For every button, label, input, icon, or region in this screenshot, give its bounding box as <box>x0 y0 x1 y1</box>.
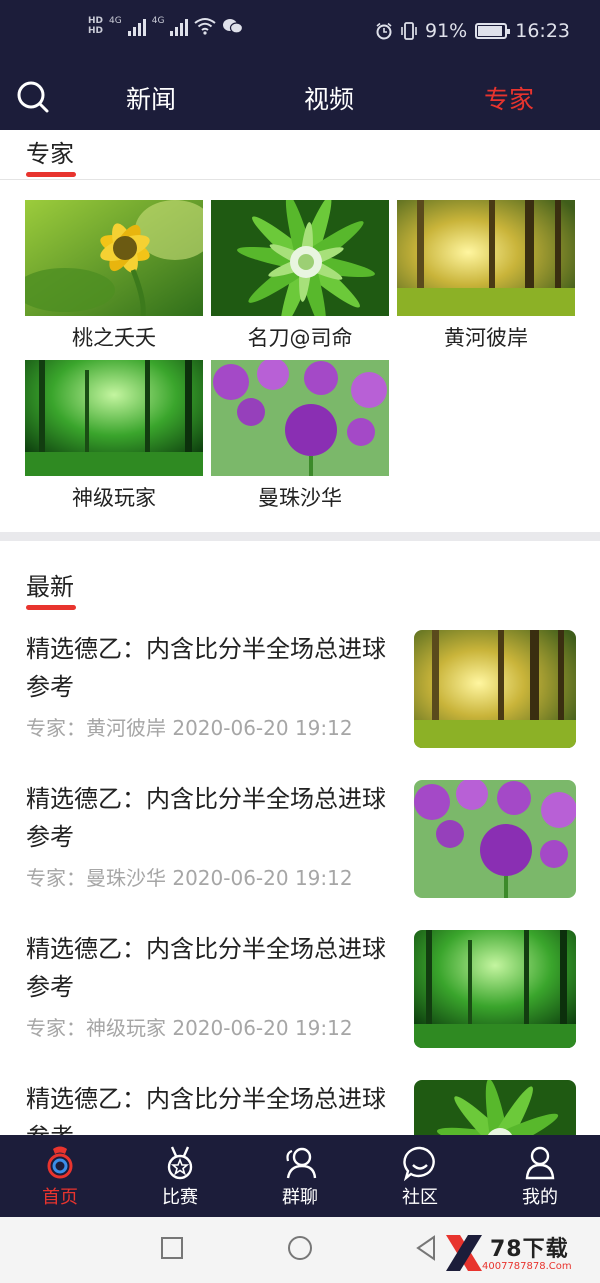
bottom-nav-label: 首页 <box>42 1187 78 1208</box>
bottom-nav-home[interactable]: 首页 <box>0 1135 120 1217</box>
expert-name: 黄河彼岸 <box>444 326 528 350</box>
expert-card[interactable]: 桃之夭夭 <box>25 200 203 352</box>
tab-video[interactable]: 视频 <box>304 80 354 116</box>
network-type-1: 4G <box>109 16 122 26</box>
news-item[interactable]: 精选德乙：内含比分半全场总进球参考 专家：黄河彼岸 2020-06-20 19:… <box>0 630 600 780</box>
experts-heading-underline <box>26 172 76 177</box>
watermark-logo: 78下载 4007787878.Com <box>442 1231 592 1277</box>
watermark-url: 4007787878.Com <box>482 1261 572 1272</box>
top-nav: 新闻 视频 专家 <box>0 66 600 130</box>
expert-avatar-sunflower <box>25 200 203 316</box>
hd-badge-2: HD <box>88 26 104 36</box>
expert-avatar-sunlit-forest <box>397 200 575 316</box>
tab-news[interactable]: 新闻 <box>126 80 176 116</box>
expert-name: 神级玩家 <box>72 486 156 510</box>
section-divider-thin <box>0 179 600 180</box>
back-icon[interactable] <box>414 1235 438 1261</box>
news-thumbnail-purple-allium <box>414 780 576 898</box>
battery-icon <box>475 23 511 39</box>
wechat-icon <box>223 19 244 34</box>
bottom-nav-label: 社区 <box>402 1187 438 1208</box>
community-icon <box>403 1146 435 1181</box>
expert-card[interactable]: 神级玩家 <box>25 360 203 512</box>
bottom-nav-matches[interactable]: 比赛 <box>120 1135 240 1217</box>
signal-icon <box>127 16 146 36</box>
hd-indicators: HD HD <box>88 16 103 36</box>
profile-icon <box>525 1146 555 1180</box>
news-title: 精选德乙：内含比分半全场总进球参考 <box>26 935 386 1001</box>
experts-heading: 专家 <box>26 140 74 168</box>
alarm-icon <box>376 22 392 40</box>
expert-avatar-green-flower <box>211 200 389 316</box>
signal-icon-2 <box>170 16 189 36</box>
status-left: HD HD 4G 4G <box>88 16 244 36</box>
watermark-brand: 78下载 <box>490 1237 569 1262</box>
news-title: 精选德乙：内含比分半全场总进球参考 <box>26 635 386 701</box>
latest-heading-underline <box>26 605 76 610</box>
expert-avatar-green-forest <box>25 360 203 476</box>
news-title: 精选德乙：内含比分半全场总进球参考 <box>26 785 386 851</box>
tab-experts[interactable]: 专家 <box>484 80 534 116</box>
section-divider <box>0 532 600 541</box>
search-icon[interactable] <box>16 80 50 114</box>
network-type-2: 4G <box>151 16 165 26</box>
news-meta: 专家：神级玩家 2020-06-20 19:12 <box>26 1016 353 1040</box>
hd-badge-1: HD <box>88 16 104 26</box>
expert-name: 曼珠沙华 <box>258 486 342 510</box>
expert-name: 桃之夭夭 <box>72 326 156 350</box>
wifi-icon <box>194 18 217 35</box>
latest-heading: 最新 <box>26 573 74 601</box>
expert-card[interactable]: 曼珠沙华 <box>211 360 389 512</box>
expert-card[interactable]: 黄河彼岸 <box>397 200 575 352</box>
news-item[interactable]: 精选德乙：内含比分半全场总进球参考 专家：神级玩家 2020-06-20 19:… <box>0 930 600 1080</box>
battery-percent: 91% <box>425 20 468 42</box>
news-thumbnail-sunlit-forest <box>414 630 576 748</box>
home-circle-icon[interactable] <box>287 1235 313 1261</box>
bottom-nav-label: 比赛 <box>162 1187 198 1208</box>
bottom-nav-label: 群聊 <box>282 1187 318 1208</box>
expert-name: 名刀@司命 <box>247 326 353 350</box>
group-chat-icon <box>286 1147 317 1179</box>
news-item[interactable]: 精选德乙：内含比分半全场总进球参考 专家：曼珠沙华 2020-06-20 19:… <box>0 780 600 930</box>
bottom-nav-community[interactable]: 社区 <box>360 1135 480 1217</box>
news-meta: 专家：黄河彼岸 2020-06-20 19:12 <box>26 716 353 740</box>
bottom-nav-group-chat[interactable]: 群聊 <box>240 1135 360 1217</box>
vibrate-icon <box>401 22 417 40</box>
status-right: 91% 16:23 <box>375 20 570 42</box>
expert-avatar-purple-allium <box>211 360 389 476</box>
bottom-nav: 首页 比赛 群聊 社区 我的 <box>0 1135 600 1217</box>
bottom-nav-profile[interactable]: 我的 <box>480 1135 600 1217</box>
expert-card[interactable]: 名刀@司命 <box>211 200 389 352</box>
battery-fill <box>478 26 502 36</box>
medal-icon <box>167 1146 193 1180</box>
app-screen: HD HD 4G 4G 91% 16:23 新闻 视频 专家 专家 桃之夭夭 名… <box>0 0 600 1283</box>
clock: 16:23 <box>515 20 570 42</box>
bottom-nav-label: 我的 <box>522 1187 558 1208</box>
recent-apps-icon[interactable] <box>160 1235 184 1261</box>
news-thumbnail-green-forest <box>414 930 576 1048</box>
x-logo-icon <box>446 1235 482 1271</box>
home-icon <box>47 1146 73 1179</box>
news-meta: 专家：曼珠沙华 2020-06-20 19:12 <box>26 866 353 890</box>
status-bar: HD HD 4G 4G 91% 16:23 <box>0 0 600 66</box>
